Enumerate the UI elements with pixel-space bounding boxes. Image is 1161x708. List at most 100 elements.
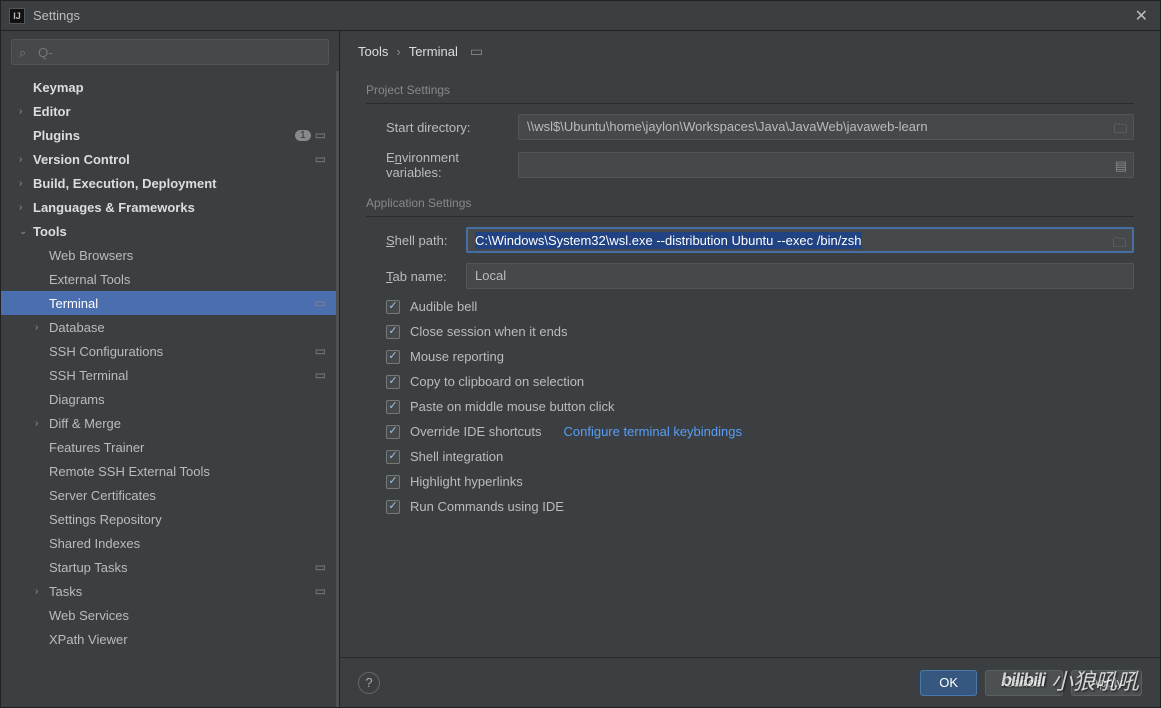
checkbox[interactable] (386, 450, 400, 464)
checkbox-label: Run Commands using IDE (410, 499, 564, 514)
tree-item-keymap[interactable]: Keymap (1, 75, 336, 99)
project-indicator-icon: ▭ (315, 152, 326, 166)
tree-item-terminal[interactable]: Terminal▭ (1, 291, 336, 315)
tree-item-label: Settings Repository (49, 512, 326, 527)
label-environment-variables: Environment variables: (386, 150, 502, 180)
checkbox[interactable] (386, 400, 400, 414)
shell-path-input[interactable]: C:\Windows\System32\wsl.exe --distributi… (466, 227, 1134, 253)
chevron-icon: › (35, 418, 49, 429)
tree-item-label: Tools (33, 224, 326, 239)
tree-item-ssh-terminal[interactable]: SSH Terminal▭ (1, 363, 336, 387)
chevron-icon: › (35, 322, 49, 333)
checkbox-row-shell-integration: Shell integration (386, 449, 1134, 464)
tree-item-label: Web Browsers (49, 248, 326, 263)
checkbox[interactable] (386, 375, 400, 389)
project-indicator-icon: ▭ (315, 560, 326, 574)
tree-item-ssh-configurations[interactable]: SSH Configurations▭ (1, 339, 336, 363)
list-icon[interactable]: ▤ (1115, 158, 1127, 174)
title-bar: IJ Settings ✕ (1, 1, 1160, 31)
checkbox-row-copy-to-clipboard-on-selection: Copy to clipboard on selection (386, 374, 1134, 389)
checkbox-label: Highlight hyperlinks (410, 474, 523, 489)
tree-item-settings-repository[interactable]: Settings Repository (1, 507, 336, 531)
tree-item-database[interactable]: ›Database (1, 315, 336, 339)
chevron-icon: ⌄ (19, 226, 33, 237)
search-input[interactable] (11, 39, 329, 65)
tree-item-web-services[interactable]: Web Services (1, 603, 336, 627)
checkbox[interactable] (386, 425, 400, 439)
tree-item-label: Remote SSH External Tools (49, 464, 326, 479)
chevron-icon: › (19, 106, 33, 117)
tree-item-label: Version Control (33, 152, 315, 167)
tree-item-web-browsers[interactable]: Web Browsers (1, 243, 336, 267)
crumb-tools[interactable]: Tools (358, 44, 388, 59)
tree-item-label: Plugins (33, 128, 295, 143)
tree-item-build-execution-deployment[interactable]: ›Build, Execution, Deployment (1, 171, 336, 195)
checkbox-label: Copy to clipboard on selection (410, 374, 584, 389)
checkbox[interactable] (386, 500, 400, 514)
project-indicator-icon: ▭ (315, 344, 326, 358)
checkbox-row-close-session-when-it-ends: Close session when it ends (386, 324, 1134, 339)
tree-item-server-certificates[interactable]: Server Certificates (1, 483, 336, 507)
tree-item-tools[interactable]: ⌄Tools (1, 219, 336, 243)
tree-item-editor[interactable]: ›Editor (1, 99, 336, 123)
tree-item-tasks[interactable]: ›Tasks▭ (1, 579, 336, 603)
project-indicator-icon: ▭ (315, 128, 326, 142)
badge: 1 (295, 130, 311, 141)
project-indicator-icon: ▭ (315, 296, 326, 310)
checkbox-row-override-ide-shortcuts: Override IDE shortcuts Configure terminal… (386, 424, 1134, 439)
folder-icon[interactable]: 🗀 (1114, 120, 1127, 142)
tree-item-label: Web Services (49, 608, 326, 623)
tree-item-diff-merge[interactable]: ›Diff & Merge (1, 411, 336, 435)
tree-item-startup-tasks[interactable]: Startup Tasks▭ (1, 555, 336, 579)
tree-item-diagrams[interactable]: Diagrams (1, 387, 336, 411)
ok-button[interactable]: OK (920, 670, 977, 696)
tree-item-features-trainer[interactable]: Features Trainer (1, 435, 336, 459)
tab-name-input[interactable]: Local (466, 263, 1134, 289)
checkbox-label: Shell integration (410, 449, 503, 464)
tree-item-languages-frameworks[interactable]: ›Languages & Frameworks (1, 195, 336, 219)
help-button[interactable]: ? (358, 672, 380, 694)
checkbox-row-paste-on-middle-mouse-button-click: Paste on middle mouse button click (386, 399, 1134, 414)
tree-item-label: Shared Indexes (49, 536, 326, 551)
checkbox[interactable] (386, 325, 400, 339)
section-project-settings: Project Settings (366, 77, 1134, 104)
checkbox-label: Mouse reporting (410, 349, 504, 364)
environment-variables-input[interactable]: ▤ (518, 152, 1134, 178)
chevron-right-icon: › (396, 44, 400, 59)
tree-item-label: XPath Viewer (49, 632, 326, 647)
tree-item-label: Editor (33, 104, 326, 119)
tree-item-remote-ssh-external-tools[interactable]: Remote SSH External Tools (1, 459, 336, 483)
checkbox[interactable] (386, 350, 400, 364)
checkbox-label: Paste on middle mouse button click (410, 399, 615, 414)
close-icon[interactable]: ✕ (1131, 6, 1152, 26)
tree-item-label: Database (49, 320, 326, 335)
tree-item-label: External Tools (49, 272, 326, 287)
checkbox[interactable] (386, 300, 400, 314)
tree-item-shared-indexes[interactable]: Shared Indexes (1, 531, 336, 555)
chevron-icon: › (35, 586, 49, 597)
settings-tree: Keymap›EditorPlugins1▭›Version Control▭›… (1, 71, 339, 707)
tree-item-label: Server Certificates (49, 488, 326, 503)
checkbox-label: Override IDE shortcuts (410, 424, 542, 439)
tree-item-xpath-viewer[interactable]: XPath Viewer (1, 627, 336, 651)
configure-keybindings-link[interactable]: Configure terminal keybindings (564, 424, 742, 439)
tree-item-version-control[interactable]: ›Version Control▭ (1, 147, 336, 171)
tree-item-external-tools[interactable]: External Tools (1, 267, 336, 291)
apply-button[interactable]: Apply (1071, 670, 1142, 696)
tree-item-label: Features Trainer (49, 440, 326, 455)
start-directory-input[interactable]: \\wsl$\Ubuntu\home\jaylon\Workspaces\Jav… (518, 114, 1134, 140)
label-start-directory: Start directory: (386, 120, 502, 135)
project-indicator-icon: ▭ (315, 584, 326, 598)
tree-item-label: SSH Terminal (49, 368, 315, 383)
app-icon: IJ (9, 8, 25, 24)
tree-item-label: Build, Execution, Deployment (33, 176, 326, 191)
checkbox[interactable] (386, 475, 400, 489)
chevron-icon: › (19, 178, 33, 189)
reset-icon[interactable]: ▭ (470, 43, 483, 60)
checkbox-row-highlight-hyperlinks: Highlight hyperlinks (386, 474, 1134, 489)
folder-icon[interactable]: 🗀 (1113, 234, 1126, 256)
checkbox-label: Audible bell (410, 299, 477, 314)
tree-item-plugins[interactable]: Plugins1 ▭ (1, 123, 336, 147)
chevron-icon: › (19, 202, 33, 213)
cancel-button[interactable]: Cancel (985, 670, 1063, 696)
